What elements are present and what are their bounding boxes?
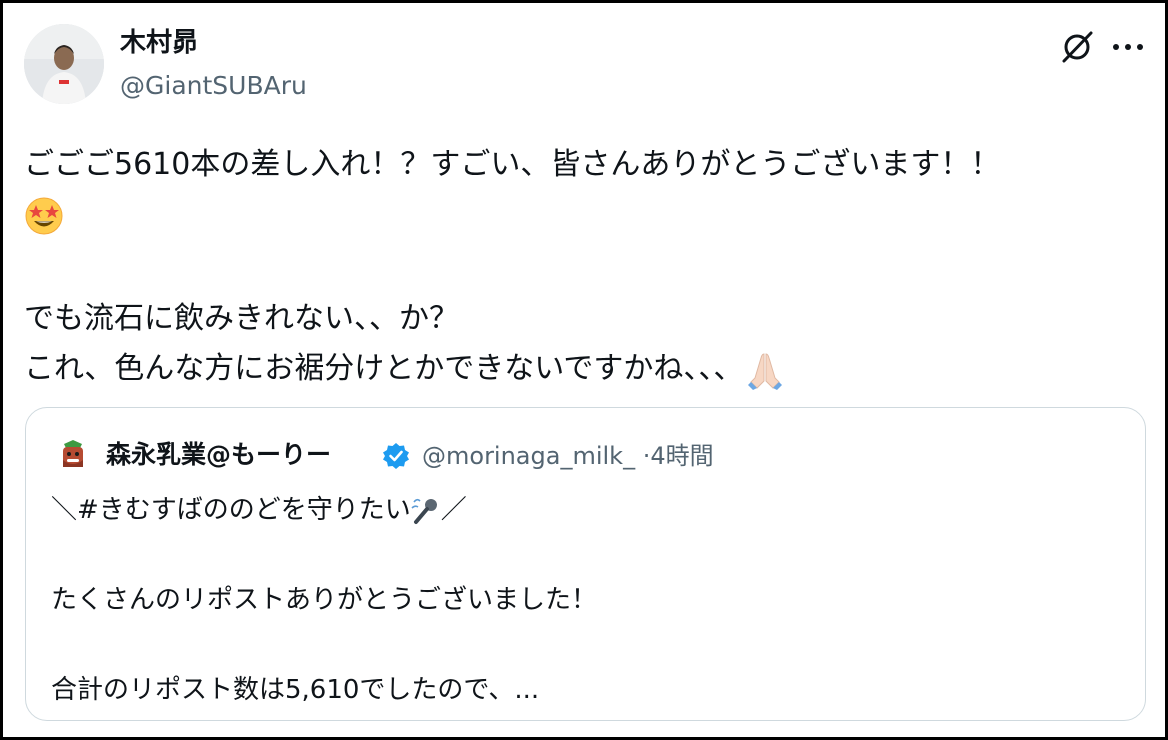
microphone-emoji — [411, 498, 437, 524]
post-line-text: これ、色んな方にお裾分けとかできないですかね、、、 — [24, 351, 744, 386]
star-struck-emoji — [25, 197, 63, 234]
grok-icon[interactable] — [1058, 28, 1096, 66]
user-avatar — [24, 24, 104, 104]
post-line — [24, 190, 1139, 240]
post-line: ごごご5610本の差し入れ！？すごい、皆さんありがとうございます！！ — [24, 147, 1001, 182]
author-name[interactable]: 木村昴 — [120, 26, 198, 60]
author-avatar[interactable] — [24, 24, 104, 104]
quoted-line-text: ／ — [440, 495, 467, 525]
more-icon[interactable] — [1108, 28, 1148, 64]
quoted-timestamp[interactable]: 4時間 — [650, 442, 713, 470]
quoted-line: 合計のリポスト数は5,610でしたので、... — [51, 675, 540, 705]
quoted-author-name[interactable]: 森永乳業@もーりー — [106, 438, 331, 472]
verified-badge-icon — [383, 443, 409, 469]
quoted-line-text: ＼#きむすばののどを守りたい — [51, 495, 411, 525]
quoted-author-avatar[interactable] — [56, 438, 90, 472]
author-handle[interactable]: @GiantSUBAru — [120, 70, 307, 102]
quoted-post-text: ＼#きむすばののどを守りたい ／ たくさんのリポストありがとうございました！ 合… — [51, 488, 1131, 713]
post-text: ごごご5610本の差し入れ！？すごい、皆さんありがとうございます！！ でも流石に… — [24, 140, 1139, 394]
quoted-meta: @morinaga_milk_ ·4時間 — [422, 439, 714, 473]
folded-hands-emoji — [748, 352, 783, 390]
post-line: これ、色んな方にお裾分けとかできないですかね、、、 — [24, 344, 1139, 394]
post-line: でも流石に飲みきれない、、か？ — [24, 301, 459, 336]
quoted-author-handle[interactable]: @morinaga_milk_ — [422, 442, 635, 470]
quoted-line: たくさんのリポストありがとうございました！ — [51, 585, 598, 615]
quoted-line: ＼#きむすばののどを守りたい ／ — [51, 488, 1131, 533]
quoted-post[interactable]: 森永乳業@もーりー @morinaga_milk_ ·4時間 ＼#きむすばののど… — [25, 407, 1146, 721]
